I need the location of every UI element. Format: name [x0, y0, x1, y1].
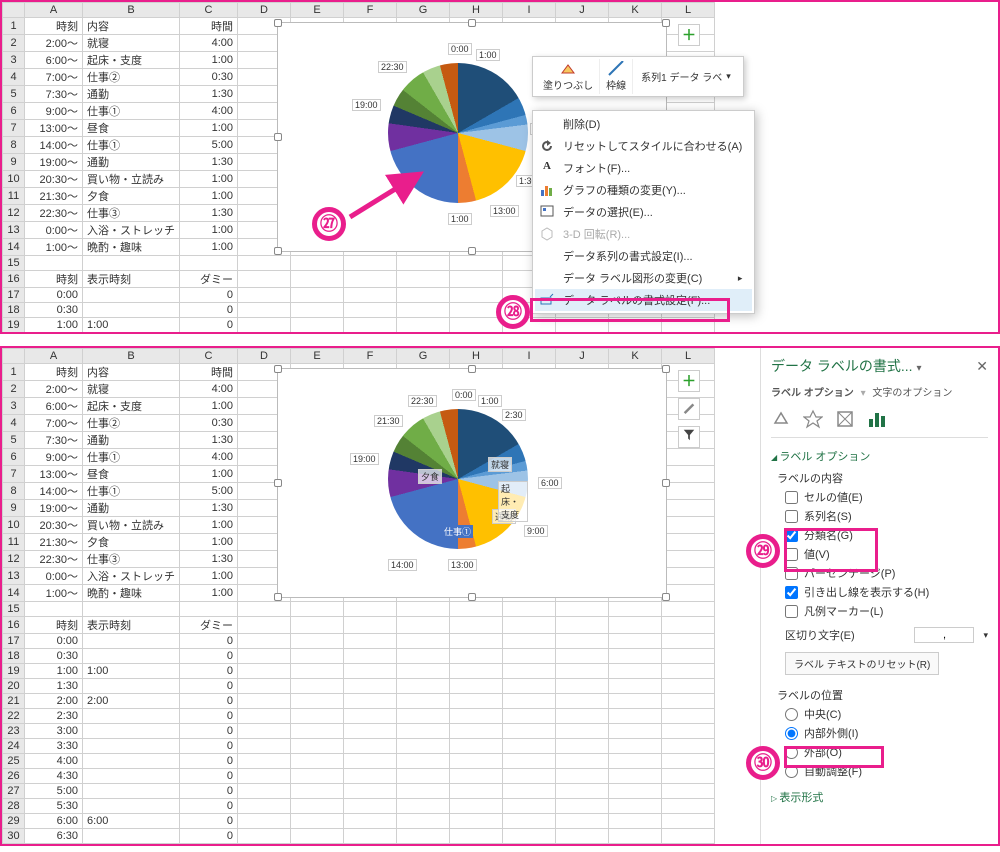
- pos-outside[interactable]: 外部(O): [785, 744, 988, 760]
- tab-text-options[interactable]: 文字のオプション: [872, 388, 952, 399]
- select-data-icon: [539, 204, 555, 220]
- ctx-font[interactable]: A フォント(F)...: [535, 157, 752, 179]
- section-display-format[interactable]: 表示形式: [771, 789, 988, 805]
- fill-icon[interactable]: [771, 409, 791, 429]
- refresh-icon: [539, 138, 555, 154]
- pane-title: データ ラベルの書式... ▾ ✕: [771, 356, 988, 376]
- tab-label-options[interactable]: ラベル オプション: [771, 388, 854, 399]
- annotation-30: ㉚: [746, 746, 780, 780]
- context-menu[interactable]: 削除(D) リセットしてスタイルに合わせる(A) A フォント(F)... グラ…: [532, 110, 755, 314]
- effects-icon[interactable]: [803, 409, 823, 429]
- chevron-down-icon[interactable]: ▾: [916, 363, 921, 374]
- opt-leader-lines[interactable]: 引き出し線を表示する(H): [785, 584, 988, 600]
- chevron-down-icon[interactable]: ▾: [983, 630, 988, 641]
- annotation-27: ㉗: [312, 207, 346, 241]
- fill-button[interactable]: 塗りつぶし: [537, 59, 600, 94]
- ctx-shape-change[interactable]: データ ラベル図形の変更(C) ▸: [535, 267, 752, 289]
- annotation-arrow: [346, 167, 426, 222]
- pane-tabs[interactable]: ラベル オプション ▾ 文字のオプション: [771, 384, 988, 399]
- chart-icon: [539, 182, 555, 198]
- opt-value[interactable]: 値(V): [785, 546, 988, 562]
- ctx-reset[interactable]: リセットしてスタイルに合わせる(A): [535, 135, 752, 157]
- chart-filter-icon[interactable]: [678, 426, 700, 448]
- chevron-down-icon: ▾: [726, 71, 731, 82]
- cube-icon: [539, 226, 555, 242]
- mini-toolbar[interactable]: 塗りつぶし 枠線 系列1 データ ラベ ▾: [532, 56, 744, 97]
- pos-center[interactable]: 中央(C): [785, 706, 988, 722]
- pos-auto[interactable]: 自動調整(F): [785, 763, 988, 779]
- annotation-29: ㉙: [746, 534, 780, 568]
- separator-select[interactable]: [914, 627, 974, 643]
- label-position: ラベルの位置: [777, 687, 988, 703]
- ctx-delete[interactable]: 削除(D): [535, 113, 752, 135]
- ctx-3d-rotate: 3-D 回転(R)...: [535, 223, 752, 245]
- chart-container-2[interactable]: 0:00 1:00 2:30 6:00 9:00 13:00 14:00 19:…: [277, 368, 667, 598]
- annotation-28: ㉘: [496, 295, 530, 329]
- pos-inside-end[interactable]: 内部外側(I): [785, 725, 988, 741]
- series-selector[interactable]: 系列1 データ ラベ ▾: [633, 63, 739, 90]
- opt-category-name[interactable]: 分類名(G): [785, 527, 988, 543]
- format-pane[interactable]: データ ラベルの書式... ▾ ✕ ラベル オプション ▾ 文字のオプション ラ…: [760, 348, 998, 844]
- screenshot-2: ABCDEFGHIJKL 1時刻内容時間22:00～就寝4:0036:00～起床…: [0, 346, 1000, 846]
- size-icon[interactable]: [835, 409, 855, 429]
- ctx-series-format[interactable]: データ系列の書式設定(I)...: [535, 245, 752, 267]
- separator-row[interactable]: 区切り文字(E) ▾: [785, 627, 988, 643]
- label-content: ラベルの内容: [777, 470, 988, 486]
- chart-options-icon[interactable]: [867, 409, 887, 429]
- ctx-label-format[interactable]: データ ラベルの書式設定(F)...: [535, 289, 752, 311]
- opt-legend-marker[interactable]: 凡例マーカー(L): [785, 603, 988, 619]
- screenshot-1: ABCDEFGHIJKL 1時刻内容時間22:00～就寝4:0036:00～起床…: [0, 0, 1000, 334]
- format-icon: [539, 292, 555, 308]
- ctx-change-type[interactable]: グラフの種類の変更(Y)...: [535, 179, 752, 201]
- close-icon[interactable]: ✕: [976, 358, 988, 375]
- section-label-options[interactable]: ラベル オプション: [771, 448, 988, 464]
- chart-brush-icon[interactable]: [678, 398, 700, 420]
- outline-button[interactable]: 枠線: [600, 59, 633, 94]
- opt-series-name[interactable]: 系列名(S): [785, 508, 988, 524]
- chart-plus-icon[interactable]: ＋: [678, 370, 700, 392]
- chevron-right-icon: ▸: [738, 273, 743, 284]
- opt-cell-value[interactable]: セルの値(E): [785, 489, 988, 505]
- font-icon: A: [539, 160, 555, 176]
- chart-plus-icon[interactable]: ＋: [678, 24, 700, 46]
- reset-label-text-button[interactable]: ラベル テキストのリセット(R): [785, 652, 939, 675]
- opt-percentage[interactable]: パーセンテージ(P): [785, 565, 988, 581]
- ctx-select-data[interactable]: データの選択(E)...: [535, 201, 752, 223]
